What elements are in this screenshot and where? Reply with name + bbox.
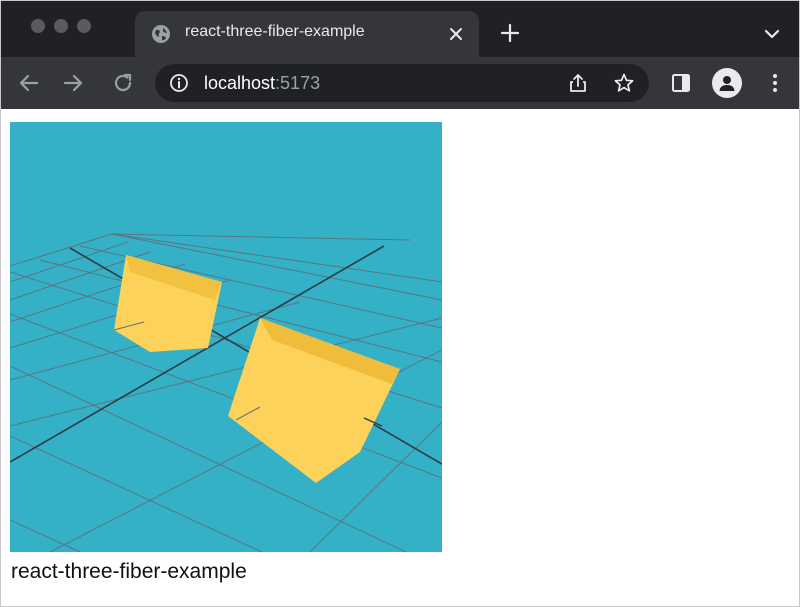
window-close-button[interactable] xyxy=(31,19,45,33)
browser-tab[interactable]: react-three-fiber-example xyxy=(135,11,479,57)
page-caption: react-three-fiber-example xyxy=(11,560,247,583)
tab-strip: react-three-fiber-example xyxy=(1,1,799,57)
tab-title: react-three-fiber-example xyxy=(185,23,365,40)
address-bar[interactable]: localhost:5173 xyxy=(155,64,649,102)
profile-button[interactable] xyxy=(712,68,742,98)
browser-window: react-three-fiber-example localhost:5173… xyxy=(0,0,800,607)
chevron-down-icon[interactable] xyxy=(761,23,783,45)
toolbar: localhost:5173 xyxy=(1,57,799,109)
globe-icon xyxy=(152,25,170,43)
person-icon xyxy=(719,76,735,91)
url-host: localhost xyxy=(204,73,276,93)
scene-render xyxy=(10,233,442,552)
box-back xyxy=(113,255,222,352)
window-minimize-button[interactable] xyxy=(54,19,68,33)
three-canvas[interactable] xyxy=(10,122,442,552)
close-icon[interactable] xyxy=(447,25,465,43)
url-text[interactable]: localhost:5173 xyxy=(204,73,320,94)
reload-icon[interactable] xyxy=(111,71,135,95)
arrow-left-icon[interactable] xyxy=(17,71,41,95)
kebab-menu-icon[interactable] xyxy=(763,71,787,95)
window-maximize-button[interactable] xyxy=(77,19,91,33)
star-icon[interactable] xyxy=(613,72,635,94)
side-panel-icon[interactable] xyxy=(669,71,693,95)
share-icon[interactable] xyxy=(567,72,589,94)
info-icon[interactable] xyxy=(169,73,189,93)
url-port: :5173 xyxy=(275,73,321,93)
arrow-right-icon[interactable] xyxy=(61,71,85,95)
page-content: react-three-fiber-example xyxy=(1,109,799,606)
box-front xyxy=(228,318,400,483)
plus-icon[interactable] xyxy=(499,22,521,44)
